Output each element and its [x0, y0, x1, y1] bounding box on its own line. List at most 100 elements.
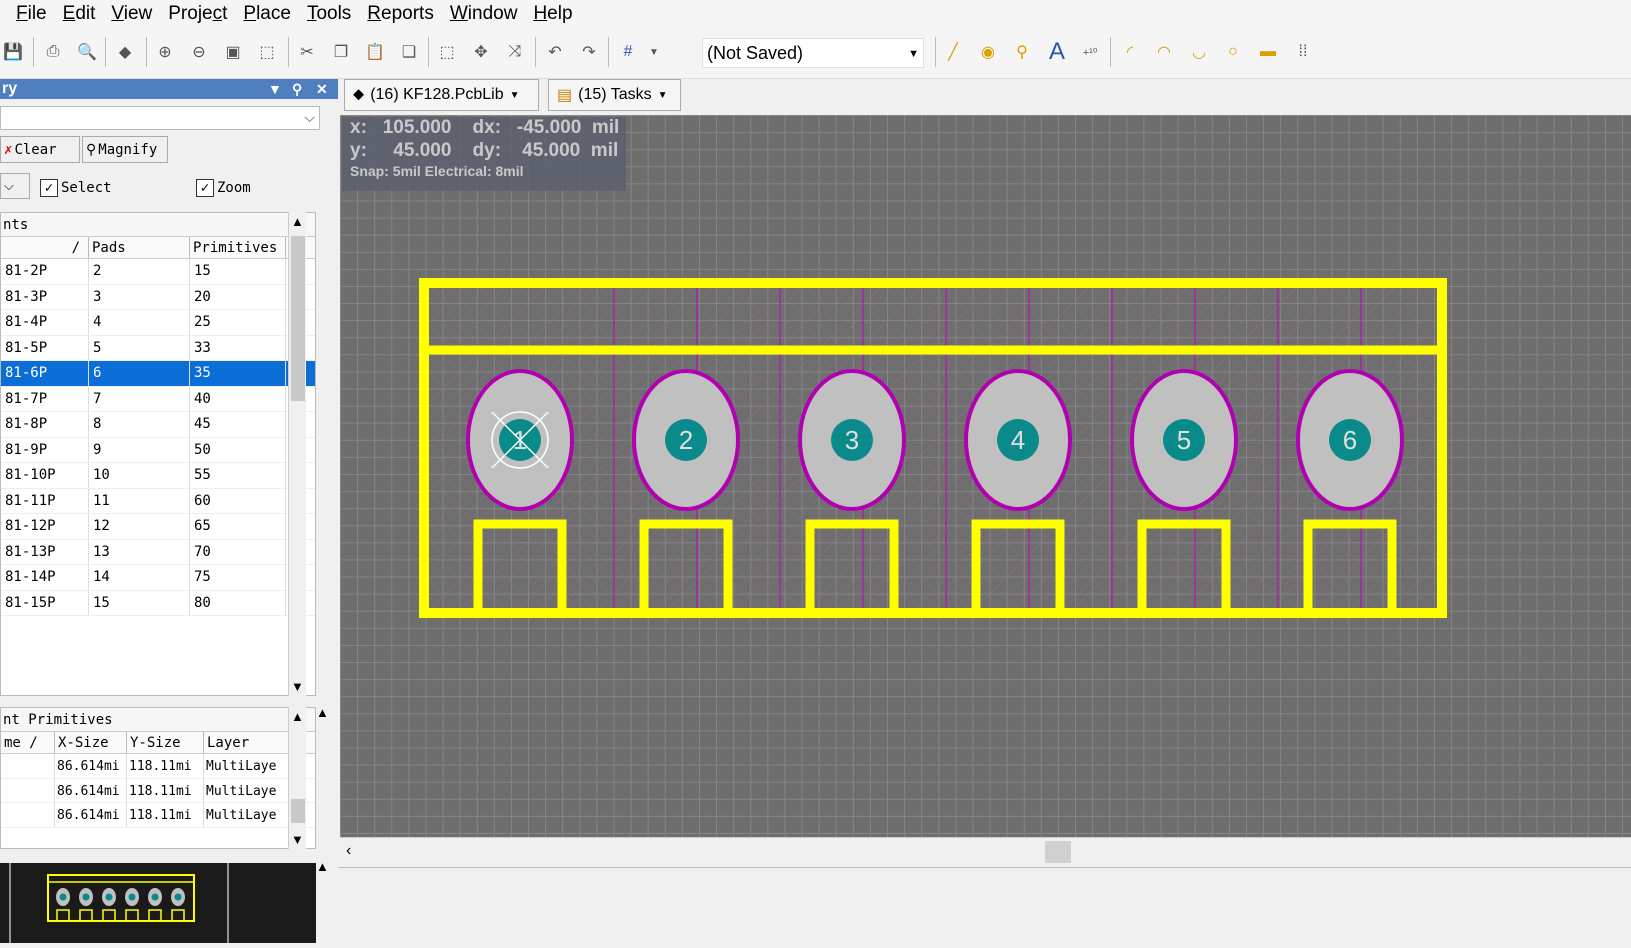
cell-y: 118.11mi [127, 803, 204, 827]
table-row[interactable]: 86.614mi 118.11mi MultiLaye [1, 803, 315, 828]
table-row[interactable]: 81-13P 13 70 [1, 539, 315, 565]
table-row[interactable]: 86.614mi 118.11mi MultiLaye [1, 778, 315, 803]
close-icon[interactable]: ✕ [316, 79, 328, 99]
place-string-icon[interactable]: A [1044, 38, 1070, 65]
cell-name [1, 778, 55, 802]
grid-icon[interactable]: # [615, 39, 641, 65]
tab-pcblib[interactable]: ⬥ (16) KF128.PcbLib ▼ [344, 79, 539, 111]
table-row[interactable]: 81-10P 10 55 [1, 463, 315, 489]
select-area-icon[interactable]: ⬚ [434, 39, 460, 65]
layer-combo[interactable]: (Not Saved) ▼ [702, 38, 924, 68]
table-row[interactable]: 81-9P 9 50 [1, 437, 315, 463]
column-header-y-size[interactable]: Y-Size [127, 732, 204, 753]
pin-icon[interactable]: ⚲ [292, 79, 302, 99]
menu-reports[interactable]: Reports [359, 3, 442, 25]
full-circle-icon[interactable]: ○ [1220, 39, 1246, 65]
scroll-up-icon[interactable]: ▲ [291, 709, 304, 724]
undo-icon[interactable]: ↶ [542, 39, 568, 65]
preview-pad-hole [105, 893, 113, 901]
column-header-x-size[interactable]: X-Size [55, 732, 127, 753]
print-icon[interactable]: ⎙ [40, 39, 66, 65]
select-checkbox[interactable]: ✓ Select [40, 179, 112, 197]
save-icon[interactable]: 💾 [0, 39, 26, 65]
scroll-left-icon[interactable]: ‹ [346, 842, 351, 860]
deselect-icon[interactable]: ⤨ [502, 39, 528, 65]
menu-place[interactable]: Place [235, 3, 299, 25]
clear-button[interactable]: ✗ Clear [0, 136, 80, 163]
components-caption: nts [1, 213, 315, 237]
column-header-primitives[interactable]: Primitives [190, 237, 286, 258]
scroll-down-icon[interactable]: ▼ [291, 679, 304, 694]
table-row[interactable]: 81-8P 8 45 [1, 412, 315, 438]
array-paste-icon[interactable]: ⁞⁞ [1290, 39, 1316, 65]
panel-menu-icon[interactable]: ▼ [268, 79, 282, 99]
component-preview[interactable] [0, 863, 316, 943]
arc-edge-icon[interactable]: ◠ [1151, 39, 1177, 65]
pcb-library-panel: ry ▼ ⚲ ✕ ⌵ ✗ Clear ⚲ Magnify ⌵ ✓ Select … [0, 79, 338, 943]
menu-tools[interactable]: Tools [299, 3, 359, 25]
primitives-scrollbar[interactable]: ▲ ▼ [288, 707, 306, 849]
scroll-up-icon[interactable]: ▲ [291, 214, 304, 229]
menu-window[interactable]: Window [442, 3, 526, 25]
canvas-horizontal-scrollbar[interactable]: ‹ [340, 837, 1631, 867]
menu-project[interactable]: Project [160, 3, 235, 25]
zoom-out-icon[interactable]: ⊖ [186, 39, 212, 65]
redo-icon[interactable]: ↷ [576, 39, 602, 65]
table-row[interactable]: 86.614mi 118.11mi MultiLaye [1, 754, 315, 779]
open-device-icon[interactable]: ◆ [112, 39, 138, 65]
table-row[interactable]: 81-7P 7 40 [1, 386, 315, 412]
place-via-icon[interactable]: ⚲ [1009, 39, 1035, 65]
scrollbar-thumb[interactable] [291, 236, 305, 401]
column-header-name[interactable]: / [1, 237, 89, 258]
column-header-layer[interactable]: Layer [204, 732, 289, 753]
place-coordinate-icon[interactable]: +¹⁰ [1077, 39, 1103, 65]
table-row[interactable]: 81-15P 15 80 [1, 590, 315, 616]
scrollbar-thumb[interactable] [1045, 841, 1071, 863]
rubber-stamp-icon[interactable]: ❏ [396, 39, 422, 65]
table-row[interactable]: 81-12P 12 65 [1, 514, 315, 540]
collapse-icon[interactable]: ▲ [316, 859, 329, 874]
apply-mode-dropdown[interactable]: ⌵ [0, 173, 30, 199]
tab-tasks[interactable]: ▤ (15) Tasks ▼ [548, 79, 681, 111]
table-row[interactable]: 81-4P 4 25 [1, 310, 315, 336]
arc-center-icon[interactable]: ◜ [1117, 39, 1143, 65]
pcb-canvas[interactable]: 123456 x: 105.000 dx: -45.000 mil y: 45.… [340, 115, 1631, 837]
zoom-fit-icon[interactable]: ▣ [220, 39, 246, 65]
menu-edit[interactable]: Edit [55, 3, 104, 25]
paste-icon[interactable]: 📋 [362, 39, 388, 65]
place-fill-icon[interactable]: ▬ [1255, 39, 1281, 65]
zoom-in-icon[interactable]: ⊕ [152, 39, 178, 65]
copy-icon[interactable]: ❐ [328, 39, 354, 65]
menu-file[interactable]: File [0, 3, 55, 25]
magnify-button[interactable]: ⚲ Magnify [82, 136, 168, 163]
chevron-down-icon[interactable]: ▼ [658, 90, 668, 101]
print-preview-icon[interactable]: 🔍 [74, 39, 100, 65]
grid-dropdown-icon[interactable]: ▼ [641, 39, 667, 65]
column-header-name[interactable]: me / [1, 732, 55, 753]
cut-icon[interactable]: ✂ [294, 39, 320, 65]
collapse-icon[interactable]: ▲ [316, 705, 329, 720]
chevron-down-icon[interactable]: ▼ [510, 90, 520, 101]
table-row[interactable]: 81-2P 2 15 [1, 259, 315, 285]
table-row[interactable]: 81-5P 5 33 [1, 335, 315, 361]
cell-name: 81-8P [1, 412, 89, 437]
arc-any-icon[interactable]: ◡ [1186, 39, 1212, 65]
scroll-down-icon[interactable]: ▼ [291, 832, 304, 847]
components-scrollbar[interactable]: ▲ ▼ [288, 212, 306, 696]
table-row[interactable]: 81-6P 6 35 [1, 361, 315, 387]
menu-view[interactable]: View [103, 3, 160, 25]
mask-input[interactable]: ⌵ [0, 106, 320, 130]
place-line-icon[interactable]: ╱ [940, 39, 966, 65]
zoom-checkbox[interactable]: ✓ Zoom [196, 179, 251, 197]
cell-name: 81-2P [1, 259, 89, 284]
table-row[interactable]: 81-11P 11 60 [1, 488, 315, 514]
zoom-selected-icon[interactable]: ⬚ [254, 39, 280, 65]
table-row[interactable]: 81-3P 3 20 [1, 284, 315, 310]
menu-help[interactable]: Help [525, 3, 580, 25]
scrollbar-thumb[interactable] [291, 799, 305, 823]
components-header: / Pads Primitives [1, 237, 315, 259]
column-header-pads[interactable]: Pads [89, 237, 190, 258]
table-row[interactable]: 81-14P 14 75 [1, 565, 315, 591]
place-pad-icon[interactable]: ◉ [975, 39, 1001, 65]
move-icon[interactable]: ✥ [468, 39, 494, 65]
